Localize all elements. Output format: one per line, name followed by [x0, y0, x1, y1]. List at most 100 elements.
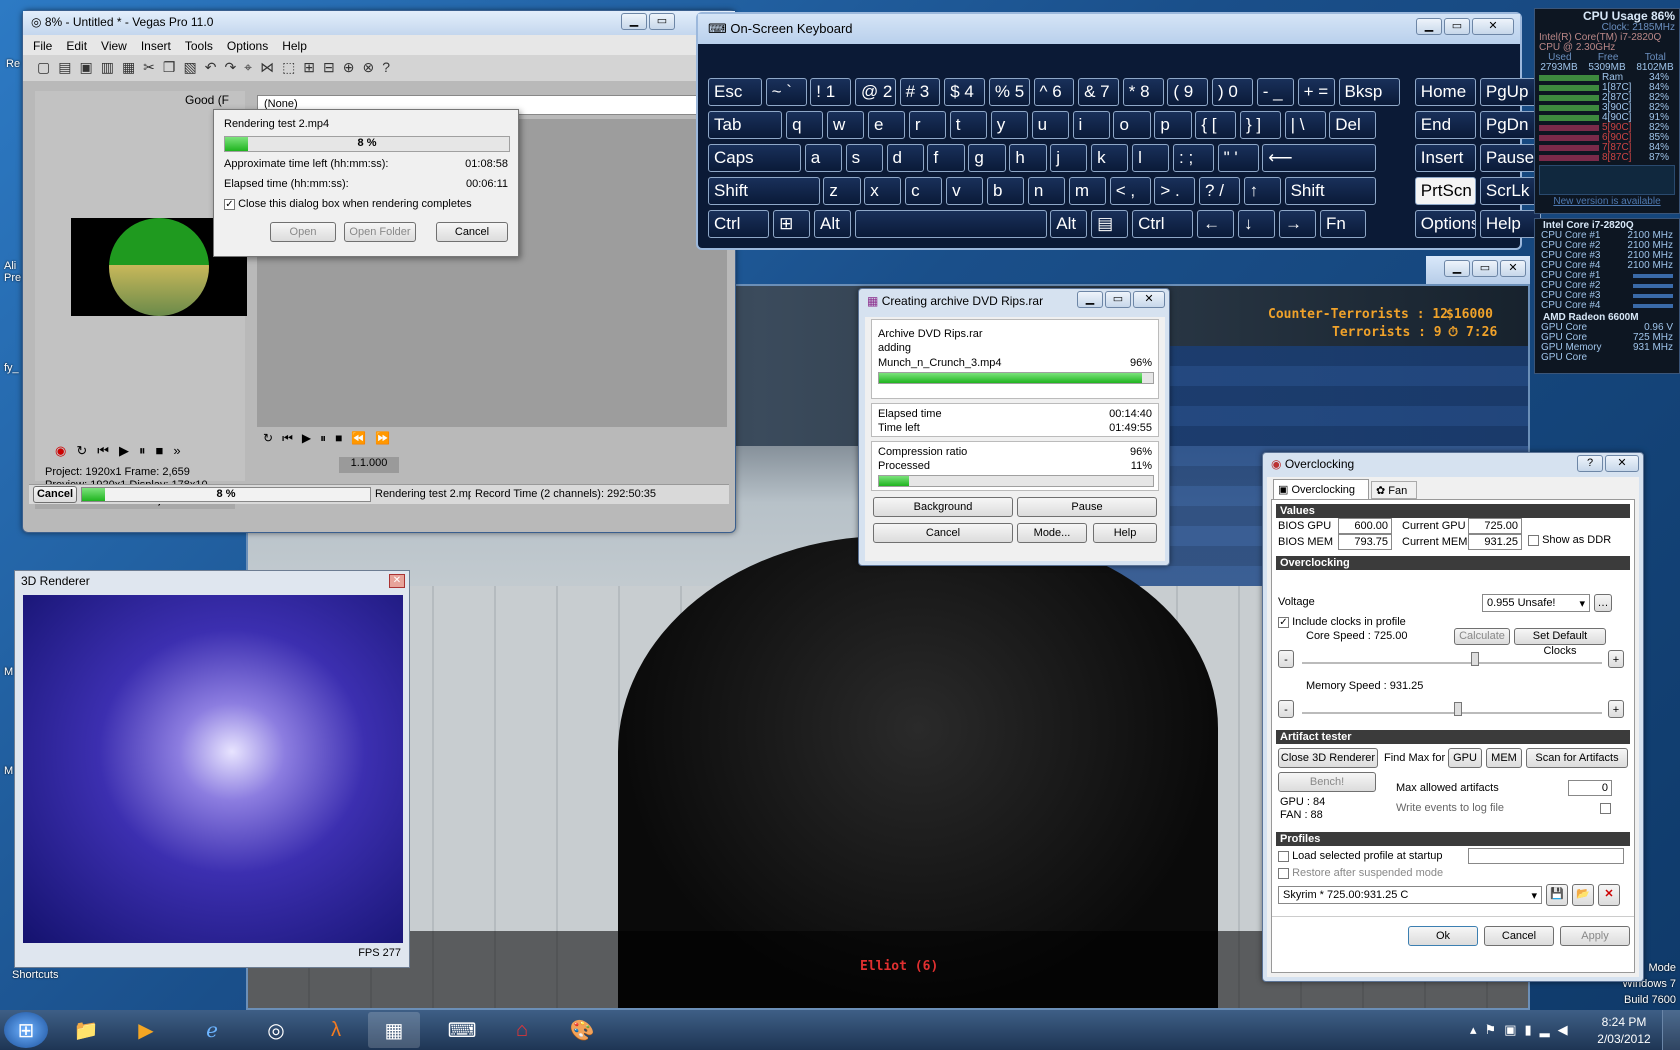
key-i[interactable]: i: [1072, 111, 1110, 139]
cancel-button[interactable]: Cancel: [1484, 926, 1554, 946]
pause-icon[interactable]: ⏸: [139, 443, 146, 459]
key--0[interactable]: ) 0: [1212, 78, 1253, 106]
key-v[interactable]: v: [946, 177, 984, 205]
mem-slider[interactable]: [1302, 700, 1602, 716]
paste-icon[interactable]: ▧: [183, 59, 196, 77]
open-profile-icon[interactable]: 📂: [1572, 884, 1594, 906]
key-w[interactable]: w: [827, 111, 865, 139]
properties-icon[interactable]: ▦: [122, 59, 135, 77]
key--[interactable]: | \: [1284, 111, 1326, 139]
key-pause[interactable]: Pause: [1479, 144, 1542, 172]
key-bksp[interactable]: Bksp: [1338, 78, 1400, 106]
minimize-icon[interactable]: ▁: [1077, 291, 1103, 308]
key-prtscn[interactable]: PrtScn: [1414, 177, 1477, 205]
play-icon[interactable]: ▶: [119, 443, 129, 459]
key--[interactable]: ▤: [1091, 210, 1129, 238]
key-pgup[interactable]: PgUp: [1479, 78, 1542, 106]
edit-tool-icon[interactable]: ⌖: [244, 59, 252, 77]
key--[interactable]: ~ `: [765, 78, 807, 106]
voltage-select[interactable]: 0.955 Unsafe! ▾: [1482, 594, 1590, 612]
network-icon[interactable]: ▮: [1524, 1022, 1531, 1038]
key--9[interactable]: ( 9: [1167, 78, 1209, 106]
key-u[interactable]: u: [1031, 111, 1069, 139]
cut-icon[interactable]: ✂: [143, 59, 155, 77]
vegas-taskbar-icon[interactable]: ◎: [250, 1012, 302, 1048]
minimize-icon[interactable]: ▁: [1416, 18, 1442, 35]
key-z[interactable]: z: [823, 177, 861, 205]
key-a[interactable]: a: [804, 144, 842, 172]
key-esc[interactable]: Esc: [708, 78, 762, 106]
key-f[interactable]: f: [927, 144, 965, 172]
key--8[interactable]: * 8: [1122, 78, 1164, 106]
open-button[interactable]: Open: [270, 222, 336, 242]
tab-overclocking[interactable]: ▣ Overclocking: [1273, 479, 1369, 499]
key--[interactable]: ←: [1197, 210, 1235, 238]
key-k[interactable]: k: [1091, 144, 1129, 172]
paint-icon[interactable]: 🎨: [556, 1012, 608, 1048]
restore-after-suspend[interactable]: Restore after suspended mode: [1278, 867, 1443, 879]
key-d[interactable]: d: [886, 144, 924, 172]
signal-icon[interactable]: ▂: [1540, 1022, 1550, 1038]
key-end[interactable]: End: [1414, 111, 1477, 139]
show-desktop-button[interactable]: [1662, 1010, 1680, 1050]
set-default-clocks-button[interactable]: Set Default Clocks: [1514, 628, 1606, 657]
selection-icon[interactable]: ⬚: [282, 59, 295, 77]
key-p[interactable]: p: [1154, 111, 1192, 139]
key-x[interactable]: x: [864, 177, 902, 205]
key--[interactable]: ⊞: [773, 210, 811, 238]
mode-button[interactable]: Mode...: [1017, 523, 1087, 543]
close-icon[interactable]: ✕: [1500, 260, 1526, 277]
winrar-taskbar-icon[interactable]: ▦: [368, 1012, 420, 1048]
load-profile-startup[interactable]: Load selected profile at startup: [1278, 850, 1443, 862]
key--[interactable]: ? /: [1199, 177, 1240, 205]
menu-edit[interactable]: Edit: [66, 39, 87, 53]
play-from-start-icon[interactable]: ⏮: [97, 443, 109, 459]
save-icon[interactable]: ▣: [79, 59, 92, 77]
key-home[interactable]: Home: [1414, 78, 1477, 106]
key-tab[interactable]: Tab: [708, 111, 783, 139]
key-y[interactable]: y: [990, 111, 1028, 139]
open-icon[interactable]: ▤: [58, 59, 71, 77]
help-button[interactable]: Help: [1093, 523, 1157, 543]
flag-icon[interactable]: ⚑: [1485, 1022, 1497, 1038]
menu-view[interactable]: View: [101, 39, 127, 53]
delete-profile-icon[interactable]: ✕: [1598, 884, 1620, 906]
stop-icon[interactable]: ■: [155, 443, 163, 459]
tab-fan[interactable]: ✿ Fan: [1371, 481, 1417, 499]
key--2[interactable]: @ 2: [854, 78, 896, 106]
envelope-icon[interactable]: ⋈: [260, 59, 274, 77]
key-alt[interactable]: Alt: [814, 210, 852, 238]
write-log-checkbox[interactable]: [1600, 802, 1611, 814]
help-icon[interactable]: ?: [382, 59, 390, 77]
minimize-icon[interactable]: ▁: [1444, 260, 1470, 277]
loop-icon[interactable]: ↻: [263, 431, 273, 446]
key--4[interactable]: $ 4: [944, 78, 986, 106]
maximize-icon[interactable]: ▭: [1472, 260, 1498, 277]
key--7[interactable]: & 7: [1078, 78, 1120, 106]
minimize-icon[interactable]: ▁: [621, 13, 647, 30]
key--[interactable]: →: [1279, 210, 1317, 238]
more-icon[interactable]: »: [173, 443, 180, 459]
key--[interactable]: : ;: [1173, 144, 1214, 172]
profile-startup-field[interactable]: [1468, 848, 1624, 864]
include-clocks[interactable]: ✓ Include clocks in profile: [1278, 616, 1406, 628]
key-r[interactable]: r: [908, 111, 947, 139]
renderer3d-window[interactable]: 3D Renderer ✕ FPS 277: [14, 570, 410, 968]
apply-button[interactable]: Apply: [1560, 926, 1630, 946]
key-c[interactable]: c: [905, 177, 943, 205]
key-del[interactable]: Del: [1329, 111, 1376, 139]
key--[interactable]: > .: [1154, 177, 1196, 205]
close-when-done[interactable]: ✓ Close this dialog box when rendering c…: [224, 198, 472, 210]
key-j[interactable]: j: [1050, 144, 1088, 172]
ok-button[interactable]: Ok: [1408, 926, 1478, 946]
bios-mem-field[interactable]: 793.75: [1338, 534, 1392, 550]
key-b[interactable]: b: [987, 177, 1025, 205]
key-m[interactable]: m: [1068, 177, 1107, 205]
close-icon[interactable]: ✕: [1605, 455, 1639, 472]
key--3[interactable]: # 3: [899, 78, 941, 106]
key-n[interactable]: n: [1027, 177, 1066, 205]
core-slider[interactable]: [1302, 650, 1602, 666]
menu-options[interactable]: Options: [227, 39, 268, 53]
menu-help[interactable]: Help: [282, 39, 307, 53]
voltage-more-button[interactable]: …: [1594, 594, 1612, 612]
